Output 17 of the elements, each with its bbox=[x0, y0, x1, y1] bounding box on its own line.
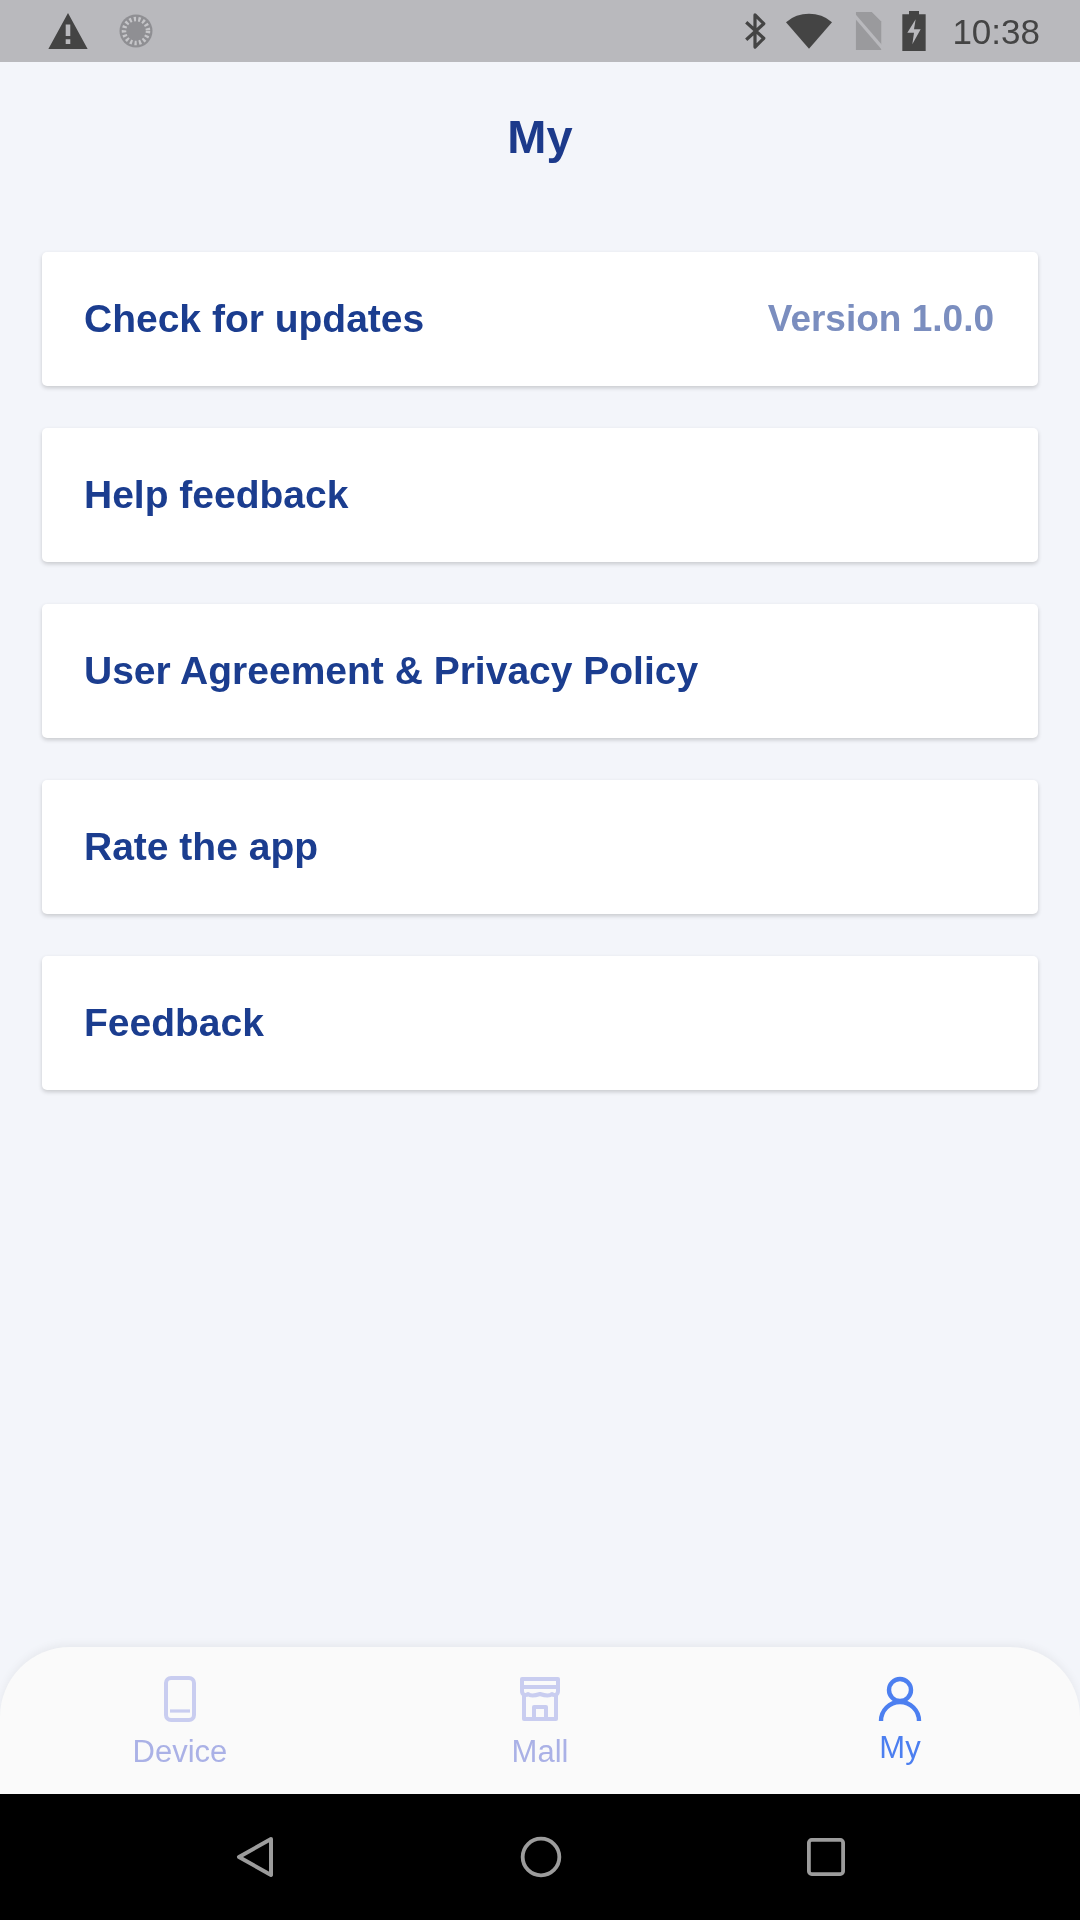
status-time: 10:38 bbox=[952, 13, 1040, 49]
back-icon[interactable] bbox=[235, 1835, 275, 1879]
menu-item[interactable]: Help feedback bbox=[42, 428, 1038, 562]
menu-item[interactable]: Check for updates Version 1.0.0 bbox=[42, 252, 1038, 386]
wifi-icon bbox=[786, 13, 833, 49]
menu-item[interactable]: Feedback bbox=[42, 956, 1038, 1090]
menu-item[interactable]: Rate the app bbox=[42, 780, 1038, 914]
page-title: My bbox=[506, 108, 574, 165]
loading-circle-icon bbox=[118, 13, 154, 49]
person-icon bbox=[876, 1675, 924, 1723]
warning-icon bbox=[48, 13, 88, 49]
menu-item[interactable]: User Agreement & Privacy Policy bbox=[42, 604, 1038, 738]
home-icon[interactable] bbox=[520, 1836, 562, 1878]
version-text: Version 1.0.0 bbox=[767, 297, 994, 342]
recents-icon[interactable] bbox=[807, 1838, 845, 1876]
battery-charging-icon bbox=[902, 11, 927, 51]
tab[interactable]: My bbox=[720, 1647, 1080, 1794]
